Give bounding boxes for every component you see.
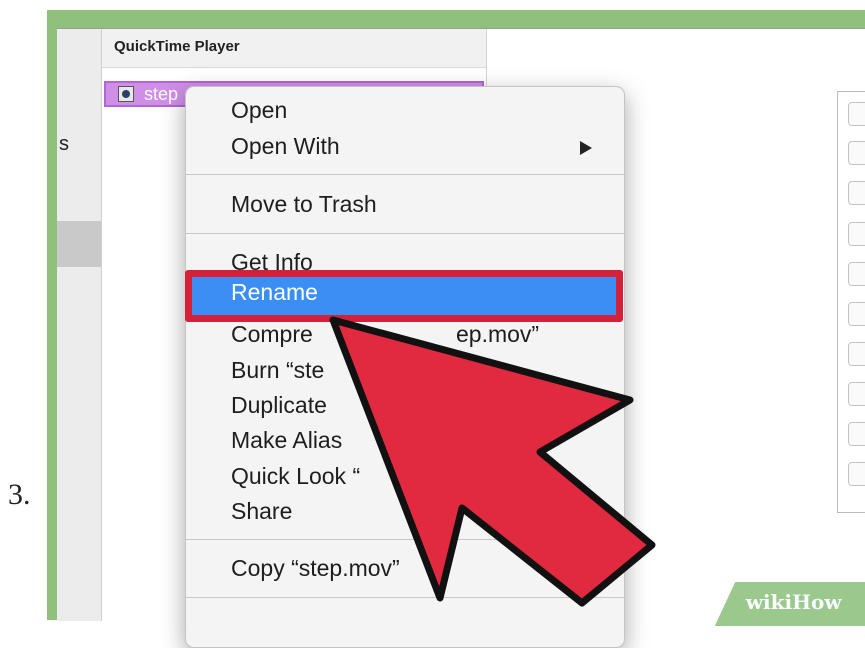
step-number: 3. bbox=[8, 478, 31, 511]
column-header: QuickTime Player bbox=[102, 29, 486, 68]
sidebar-label: s bbox=[59, 133, 69, 155]
menu-item-duplicate[interactable]: Duplicate bbox=[231, 392, 327, 419]
menu-item-rename[interactable]: Rename bbox=[192, 277, 616, 315]
movie-file-icon bbox=[118, 86, 134, 102]
menu-item-quick-look[interactable]: Quick Look “ bbox=[231, 463, 360, 490]
menu-separator bbox=[186, 233, 624, 234]
menu-separator bbox=[186, 539, 624, 540]
watermark-wiki: wiki bbox=[745, 590, 793, 614]
checkbox[interactable] bbox=[848, 141, 865, 165]
option-checkboxes bbox=[837, 91, 865, 513]
menu-item-move-to-trash[interactable]: Move to Trash bbox=[231, 191, 377, 218]
watermark-how: How bbox=[792, 590, 842, 614]
checkbox[interactable] bbox=[848, 422, 865, 446]
menu-item-rename-label: Rename bbox=[231, 279, 318, 305]
menu-item-open-with[interactable]: Open With bbox=[231, 133, 340, 160]
submenu-arrow-icon bbox=[580, 141, 592, 155]
menu-item-open[interactable]: Open bbox=[231, 97, 287, 124]
checkbox[interactable] bbox=[848, 181, 865, 205]
menu-item-share[interactable]: Share bbox=[231, 498, 292, 525]
checkbox[interactable] bbox=[848, 462, 865, 486]
menu-item-copy[interactable]: Copy “step.mov” bbox=[231, 555, 400, 582]
column-header-title: QuickTime Player bbox=[114, 38, 240, 55]
rename-highlight-box: Rename bbox=[185, 270, 623, 322]
file-name: step bbox=[144, 84, 179, 104]
menu-item-compress[interactable]: Compre bbox=[231, 321, 313, 348]
menu-item-make-alias[interactable]: Make Alias bbox=[231, 427, 342, 454]
checkbox[interactable] bbox=[848, 302, 865, 326]
menu-item-burn[interactable]: Burn “ste bbox=[231, 357, 324, 384]
checkbox[interactable] bbox=[848, 102, 865, 126]
context-menu: Open Open With Move to Trash Get Info Co… bbox=[185, 86, 625, 648]
wikihow-watermark: wikiHow bbox=[714, 582, 865, 626]
checkbox[interactable] bbox=[848, 262, 865, 286]
menu-separator bbox=[186, 174, 624, 175]
sidebar-selected-item[interactable] bbox=[57, 221, 101, 267]
menu-separator bbox=[186, 597, 624, 598]
checkbox[interactable] bbox=[848, 342, 865, 366]
finder-sidebar: s bbox=[57, 29, 102, 621]
checkbox[interactable] bbox=[848, 382, 865, 406]
checkbox[interactable] bbox=[848, 222, 865, 246]
menu-item-compress-tail: ep.mov” bbox=[456, 321, 540, 347]
